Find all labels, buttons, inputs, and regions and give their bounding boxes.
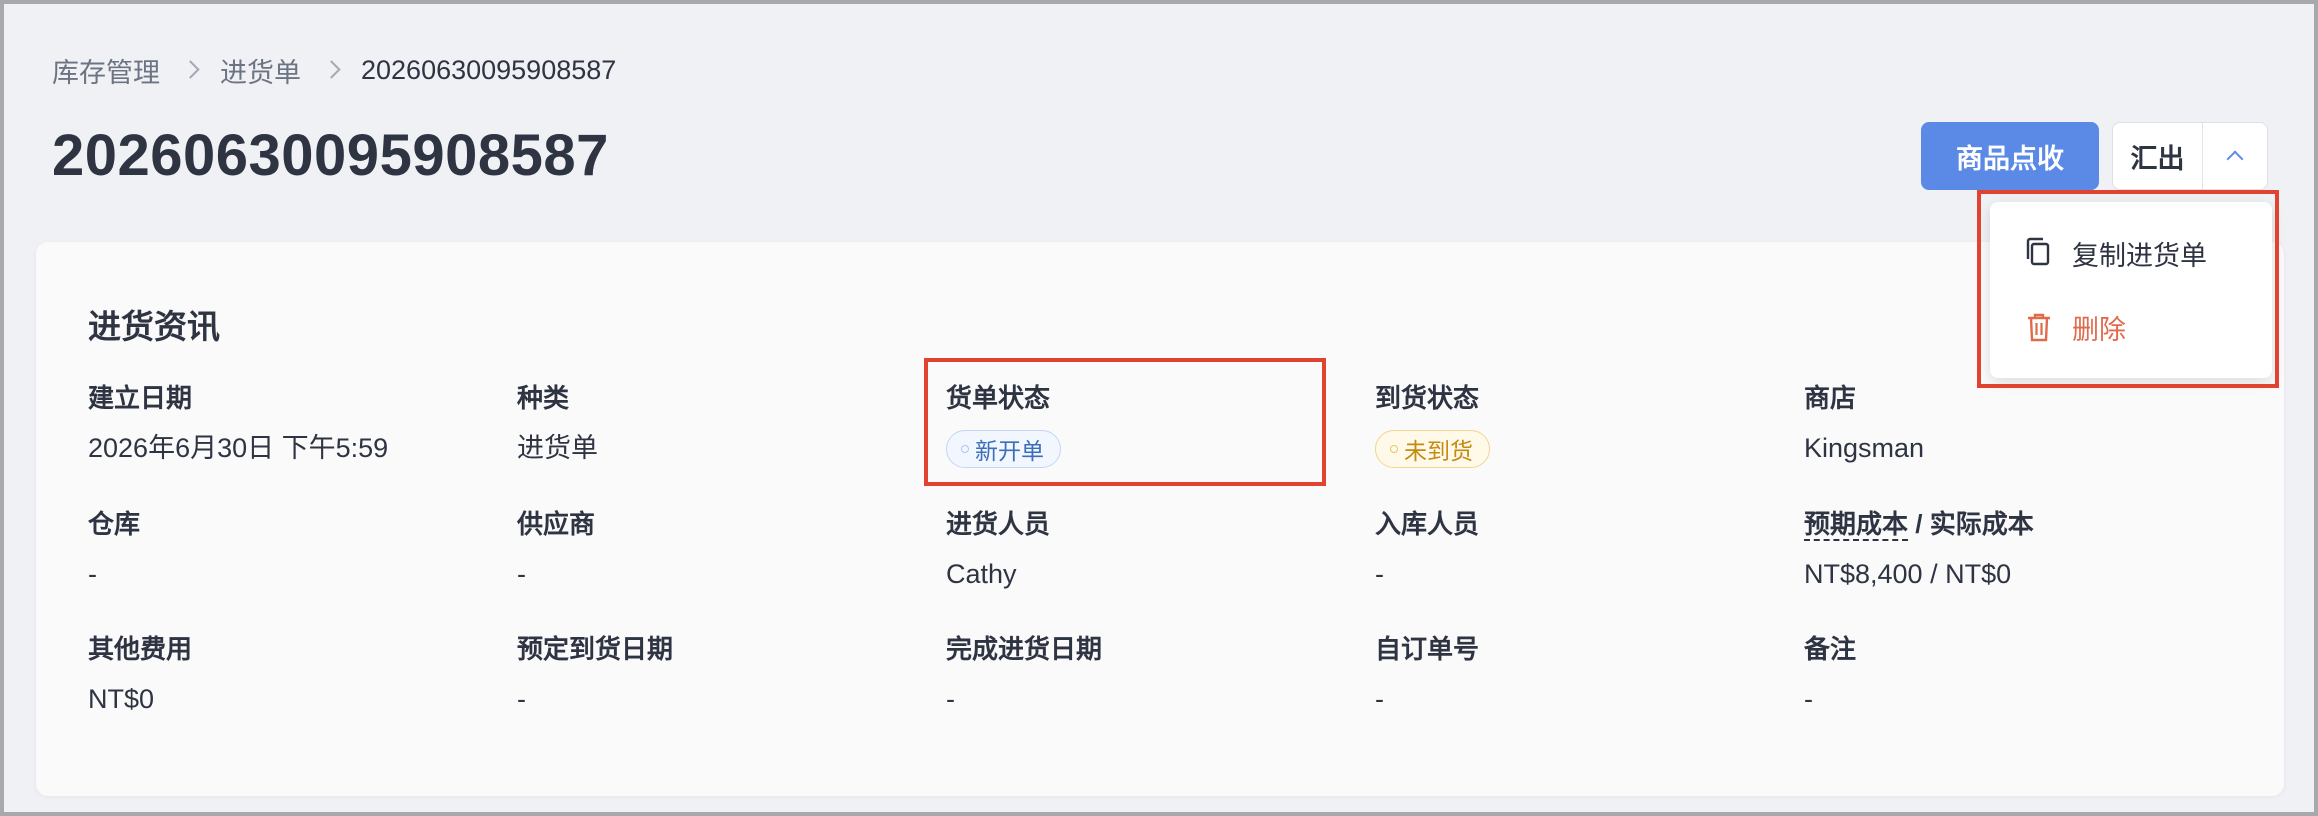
field-label: 供应商 <box>517 509 596 539</box>
export-button[interactable]: 汇出 <box>2113 123 2203 189</box>
delete-item[interactable]: 删除 <box>1990 290 2272 364</box>
chevron-right-icon <box>313 58 349 82</box>
type-field: 种类 进货单 <box>517 380 598 466</box>
breadcrumb-purchase-orders[interactable]: 进货单 <box>220 51 301 90</box>
field-label: 商店 <box>1804 383 1857 413</box>
field-value: - <box>1804 684 1813 714</box>
receive-goods-button[interactable]: 商品点收 <box>1921 122 2099 190</box>
field-label: 预期成本 / 实际成本 <box>1804 506 2034 542</box>
field-value: - <box>1375 559 1384 589</box>
purchase-info-card: 进货资讯 建立日期 2026年6月30日 下午5:59 种类 进货单 货单状态 … <box>36 242 2284 796</box>
status-badge: 未到货 <box>1375 430 1490 468</box>
receiver-field: 入库人员 - <box>1375 506 1479 592</box>
action-dropdown-menu: 复制进货单 删除 <box>1990 202 2272 378</box>
export-split-button: 汇出 <box>2112 122 2268 190</box>
custom-number-field: 自订单号 - <box>1375 631 1479 717</box>
page-title: 20260630095908587 <box>52 123 609 188</box>
breadcrumb-current: 20260630095908587 <box>361 54 617 85</box>
cost-field: 预期成本 / 实际成本 NT$8,400 / NT$0 <box>1804 506 2034 592</box>
breadcrumb-inventory[interactable]: 库存管理 <box>52 51 160 90</box>
field-label: 入库人员 <box>1375 509 1480 539</box>
copy-icon <box>2026 237 2050 266</box>
field-value: NT$8,400 / NT$0 <box>1804 559 2012 589</box>
status-dot-icon <box>961 445 969 453</box>
warehouse-field: 仓库 - <box>88 506 140 592</box>
field-label: 备注 <box>1804 634 1857 664</box>
field-value: Cathy <box>946 559 1017 589</box>
order-status-field: 货单状态 新开单 <box>946 380 1061 468</box>
field-label: 进货人员 <box>946 509 1051 539</box>
field-value: - <box>1375 684 1384 714</box>
chevron-up-icon <box>2226 150 2244 168</box>
completed-date-field: 完成进货日期 - <box>946 631 1102 717</box>
field-value: - <box>88 559 97 589</box>
label-separator: / <box>1908 509 1930 539</box>
status-badge: 新开单 <box>946 430 1061 468</box>
status-dot-icon <box>1390 445 1398 453</box>
field-label: 仓库 <box>88 509 141 539</box>
breadcrumb: 库存管理 进货单 20260630095908587 <box>52 50 616 90</box>
field-value: - <box>517 684 526 714</box>
field-label: 预定到货日期 <box>517 634 674 664</box>
field-value: - <box>946 684 955 714</box>
field-label: 到货状态 <box>1375 383 1480 413</box>
dropdown-toggle[interactable] <box>2203 123 2267 189</box>
field-label: 完成进货日期 <box>946 634 1103 664</box>
badge-label: 未到货 <box>1404 438 1473 464</box>
field-label: 货单状态 <box>946 383 1051 413</box>
app-frame: 库存管理 进货单 20260630095908587 2026063009590… <box>4 4 2314 812</box>
copy-purchase-order-item[interactable]: 复制进货单 <box>1990 216 2272 290</box>
created-date-field: 建立日期 2026年6月30日 下午5:59 <box>88 380 388 466</box>
field-label: 建立日期 <box>88 383 193 413</box>
expected-cost-tooltip-label[interactable]: 预期成本 <box>1804 509 1909 541</box>
menu-item-label: 删除 <box>2072 314 2126 345</box>
expected-arrival-field: 预定到货日期 - <box>517 631 673 717</box>
field-value: 进货单 <box>517 433 598 463</box>
field-value: Kingsman <box>1804 433 1925 463</box>
store-field: 商店 Kingsman <box>1804 380 1924 466</box>
section-title: 进货资讯 <box>88 308 220 345</box>
field-value: 2026年6月30日 下午5:59 <box>88 433 389 463</box>
arrival-status-field: 到货状态 未到货 <box>1375 380 1490 468</box>
field-label: 自订单号 <box>1375 634 1480 664</box>
field-value: NT$0 <box>88 684 155 714</box>
notes-field: 备注 - <box>1804 631 1856 717</box>
trash-icon <box>2028 313 2050 342</box>
actual-cost-label: 实际成本 <box>1929 509 2034 539</box>
purchaser-field: 进货人员 Cathy <box>946 506 1050 592</box>
supplier-field: 供应商 - <box>517 506 595 592</box>
chevron-right-icon <box>172 58 208 82</box>
other-fees-field: 其他费用 NT$0 <box>88 631 192 717</box>
badge-label: 新开单 <box>975 438 1044 464</box>
field-value: - <box>517 559 526 589</box>
field-label: 种类 <box>517 383 570 413</box>
field-label: 其他费用 <box>88 634 193 664</box>
menu-item-label: 复制进货单 <box>2072 240 2207 271</box>
